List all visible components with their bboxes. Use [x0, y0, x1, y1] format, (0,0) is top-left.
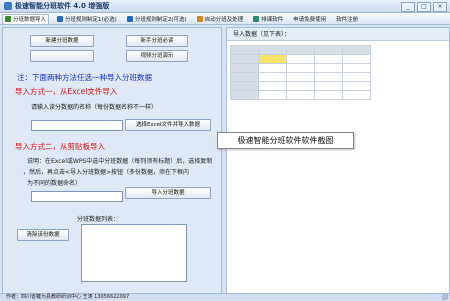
clear-data-button[interactable]: 清除该份数据: [17, 229, 69, 241]
maximize-button[interactable]: □: [417, 2, 431, 12]
tab-free-trial[interactable]: 申请免费使用: [291, 14, 328, 23]
select-excel-button[interactable]: 选择Excel文件并导入数据: [125, 119, 211, 131]
preview-title: 导入数据（见下表）：: [227, 28, 449, 41]
notice-text: 注：下面两种方法任选一种导入分班数据: [17, 73, 152, 82]
status-bar: 作者：四川省犍为县教研研训中心 王涛 13056622097: [0, 293, 450, 300]
selected-cell: [258, 54, 287, 64]
window-title: 极速智能分班软件 4.0 增强版: [15, 2, 110, 10]
data-list[interactable]: [81, 224, 187, 282]
rule-icon: [57, 15, 64, 22]
tab-label: 分班规则制定2(可选): [134, 16, 187, 23]
close-button[interactable]: ×: [433, 2, 447, 12]
novice-guide-button[interactable]: 新手分班必读: [126, 35, 188, 47]
method2-desc-1: 说明：在Excel或WPS中选中分班数据（每列须有标题）后，选择复制: [27, 158, 213, 165]
tab-label: 自动分班及处理: [204, 16, 244, 23]
data-list-label: 分班数据列表：: [77, 216, 120, 223]
tab-label: 排课软件: [261, 16, 284, 23]
method1-hint: 请输入读分数据的名称（每份数据名称不一样）: [31, 104, 158, 111]
data-name-input[interactable]: [31, 120, 123, 131]
window-controls: _ □ ×: [401, 2, 447, 12]
resize-grip-icon[interactable]: [442, 294, 448, 300]
tab-schedule-software[interactable]: 排课软件: [251, 14, 285, 23]
import-icon: [5, 16, 11, 22]
app-icon: [4, 2, 12, 10]
tab-register[interactable]: 软件注册: [334, 14, 360, 23]
rule2-icon: [126, 15, 133, 22]
tab-label: 分班数据导入: [13, 17, 47, 23]
disabled-button: [30, 50, 94, 62]
method2-desc-2: ，然后，再点击<导入分班数据>按钮（多份数据，须在下框内: [23, 169, 190, 176]
video-demo-button[interactable]: 视频分班演示: [126, 50, 188, 62]
method2-desc-3: 为不同的数据命名）: [27, 180, 82, 187]
tab-label: 软件注册: [336, 16, 359, 23]
screenshot-caption: 极速智能分班软件软件截图: [217, 132, 354, 149]
clipboard-name-input[interactable]: [31, 191, 123, 202]
schedule-icon: [253, 15, 260, 22]
new-data-button[interactable]: 新建分班数据: [30, 35, 94, 47]
preview-grid[interactable]: [230, 45, 371, 100]
tab-data-import[interactable]: 分班数据导入: [2, 13, 50, 24]
author-text: 作者：四川省犍为县教研研训中心 王涛 13056622097: [6, 294, 130, 300]
tab-rules-1[interactable]: 分班规则制定1(必选): [55, 14, 119, 23]
tab-auto-assign[interactable]: 自动分班及处理: [195, 14, 246, 23]
title-bar: 极速智能分班软件 4.0 增强版 _ □ ×: [0, 0, 450, 13]
import-data-button[interactable]: 导入分班数据: [125, 187, 211, 199]
main-tabbar: 分班数据导入 分班规则制定1(必选) 分班规则制定2(可选) 自动分班及处理 排…: [0, 13, 450, 25]
auto-icon: [196, 15, 203, 22]
method1-heading: 导入方式一，从Excel文件导入: [15, 87, 118, 96]
import-panel: 新建分班数据 新手分班必读 视频分班演示 注：下面两种方法任选一种导入分班数据 …: [2, 27, 222, 297]
tab-label: 分班规则制定1(必选): [65, 16, 117, 23]
method2-heading: 导入方式二，从剪贴板导入: [15, 142, 105, 151]
preview-panel: 导入数据（见下表）：: [226, 27, 450, 297]
tab-rules-2[interactable]: 分班规则制定2(可选): [125, 14, 189, 23]
tab-label: 申请免费使用: [293, 16, 327, 23]
minimize-button[interactable]: _: [401, 2, 415, 12]
